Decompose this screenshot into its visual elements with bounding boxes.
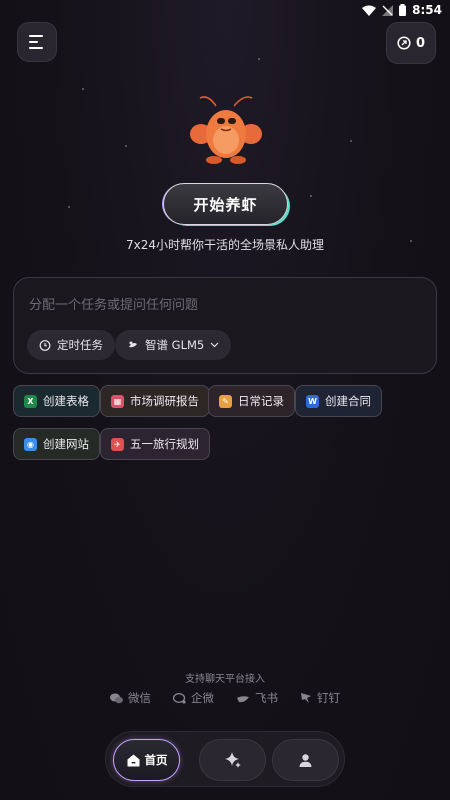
scheduled-task-button[interactable]: 定时任务 <box>27 330 115 360</box>
nav-home-tab[interactable]: 首页 <box>113 739 180 781</box>
home-icon <box>127 754 139 766</box>
battery-icon <box>399 4 407 16</box>
platform-feishu[interactable]: 飞书 <box>236 690 278 706</box>
platform-label: 企微 <box>191 691 214 705</box>
menu-icon <box>29 35 43 49</box>
chevron-down-icon <box>210 342 219 348</box>
quick-action-label: 创建表格 <box>43 394 89 408</box>
platform-label: 飞书 <box>255 691 278 705</box>
platform-wecom[interactable]: 企微 <box>173 690 214 706</box>
star-decoration <box>258 58 260 60</box>
task-input[interactable]: 分配一个任务或提问任何问题 <box>29 294 198 313</box>
travel-icon: ✈ <box>111 437 124 451</box>
platform-dingtalk[interactable]: 钉钉 <box>300 690 340 706</box>
platform-wechat[interactable]: 微信 <box>110 690 151 706</box>
wifi-icon <box>362 5 377 16</box>
nav-profile-tab[interactable] <box>272 739 339 781</box>
menu-button[interactable] <box>17 22 57 62</box>
model-selector-label: 智谱 GLM5 <box>145 338 205 352</box>
lobster-mascot-icon <box>190 96 262 164</box>
market-research-report-button[interactable]: ▦ 市场调研报告 <box>100 385 210 417</box>
star-decoration <box>310 195 312 197</box>
platform-label: 微信 <box>128 691 151 705</box>
nav-discover-tab[interactable] <box>199 739 266 781</box>
travel-planning-button[interactable]: ✈ 五一旅行规划 <box>100 428 210 460</box>
model-selector[interactable]: 智谱 GLM5 <box>115 330 232 360</box>
website-icon: ◉ <box>24 437 37 451</box>
status-bar: 8:54 <box>0 0 450 20</box>
create-contract-button[interactable]: W 创建合同 <box>295 385 382 417</box>
daily-log-button[interactable]: ✎ 日常记录 <box>208 385 295 417</box>
nav-home-label: 首页 <box>144 753 168 767</box>
signal-off-icon <box>382 4 394 16</box>
spreadsheet-icon: X <box>24 394 37 408</box>
star-decoration <box>350 140 352 142</box>
dingtalk-icon <box>301 693 311 703</box>
supported-platforms-title: 支持聊天平台接入 <box>185 674 265 685</box>
credit-coin-icon <box>397 36 411 50</box>
bottom-navigation: 首页 <box>105 731 345 787</box>
user-icon <box>299 753 312 767</box>
star-decoration <box>68 206 70 208</box>
credits-button[interactable]: 0 <box>386 22 436 64</box>
start-raising-button[interactable]: 开始养虾 <box>163 183 288 225</box>
star-decoration <box>125 145 127 147</box>
wecom-icon <box>173 692 186 704</box>
quick-action-label: 创建网站 <box>43 437 89 451</box>
sparkle-icon <box>224 752 241 768</box>
status-time: 8:54 <box>412 3 442 17</box>
note-icon: ✎ <box>219 394 232 408</box>
word-doc-icon: W <box>306 394 319 408</box>
scheduled-task-label: 定时任务 <box>57 338 103 352</box>
quick-action-label: 日常记录 <box>238 394 284 408</box>
task-composer[interactable]: 分配一个任务或提问任何问题 定时任务 智谱 GLM5 <box>13 277 437 374</box>
create-spreadsheet-button[interactable]: X 创建表格 <box>13 385 100 417</box>
glm-logo-icon <box>129 341 137 348</box>
feishu-icon <box>237 695 249 702</box>
star-decoration <box>82 88 84 90</box>
timer-icon <box>39 340 51 351</box>
platform-list: 微信 企微 飞书 钉钉 <box>0 690 450 706</box>
quick-action-label: 创建合同 <box>325 394 371 408</box>
report-icon: ▦ <box>111 394 124 408</box>
platform-label: 钉钉 <box>317 691 340 705</box>
hero-subtitle: 7x24小时帮你干活的全场景私人助理 <box>125 238 324 252</box>
credits-count: 0 <box>415 35 426 51</box>
create-website-button[interactable]: ◉ 创建网站 <box>13 428 100 460</box>
quick-action-label: 市场调研报告 <box>130 394 199 408</box>
wechat-icon <box>110 693 123 703</box>
quick-action-label: 五一旅行规划 <box>130 437 199 451</box>
